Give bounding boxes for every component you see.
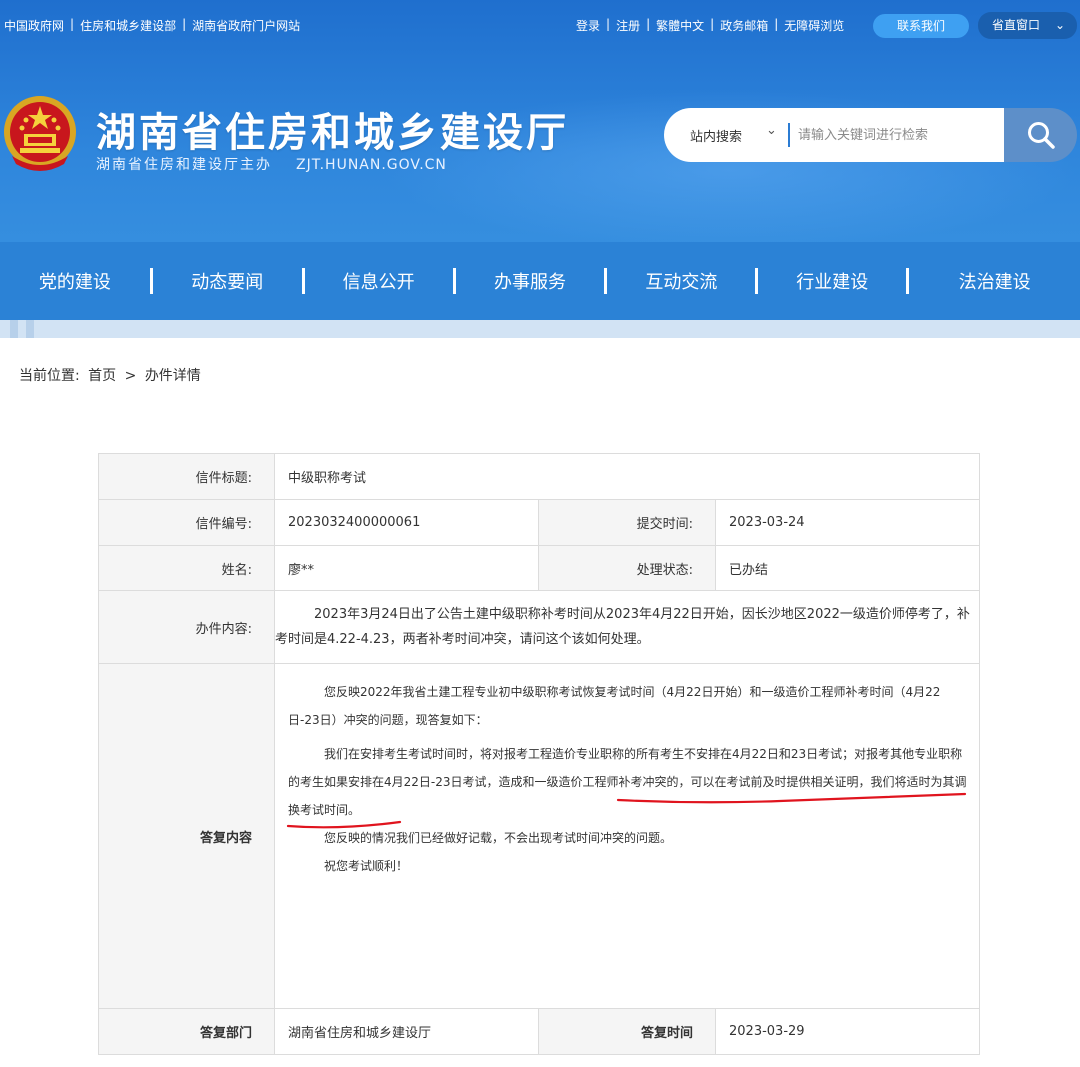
search-bar: 站内搜索 ⌄	[664, 108, 1077, 162]
separator: |	[710, 17, 715, 31]
main-nav: 党的建设 动态要闻 信息公开 办事服务 互动交流 行业建设 法治建设	[0, 242, 1080, 320]
top-left-links: 中国政府网 | 住房和城乡建设部 | 湖南省政府门户网站	[4, 17, 300, 34]
title-value: 中级职称考试	[274, 453, 980, 500]
top-bar: 中国政府网 | 住房和城乡建设部 | 湖南省政府门户网站 登录 | 注册 | 繁…	[0, 0, 1080, 52]
content-text: 2023年3月24日出了公告土建中级职称补考时间从2023年4月22日开始，因长…	[275, 594, 979, 660]
submit-time-value: 2023-03-24	[715, 499, 980, 546]
number-label: 信件编号:	[98, 499, 275, 546]
number-value: 2023032400000061	[274, 499, 539, 546]
accessibility-link[interactable]: 无障碍浏览	[784, 17, 844, 34]
submit-time-label: 提交时间:	[538, 499, 716, 546]
reply-time-label: 答复时间	[538, 1008, 716, 1055]
search-input[interactable]	[798, 122, 998, 148]
site-title[interactable]: 湖南省住房和城乡建设厅	[96, 100, 569, 158]
breadcrumb-home[interactable]: 首页	[88, 368, 116, 384]
nav-item-services[interactable]: 办事服务	[456, 268, 605, 294]
national-emblem-icon	[4, 96, 76, 171]
login-link[interactable]: 登录	[576, 17, 600, 34]
strip-block	[10, 320, 18, 338]
province-window-label: 省直窗口	[992, 18, 1041, 32]
reply-paragraph: 祝您考试顺利！	[324, 859, 409, 873]
reply-cell: 您反映2022年我省土建工程专业初中级职称考试恢复考试时间（4月22日开始）和一…	[274, 663, 980, 1009]
province-window-button[interactable]: 省直窗口 ⌄	[978, 12, 1077, 39]
nav-item-rule-of-law[interactable]: 法治建设	[909, 268, 1080, 294]
table-row: 答复内容 您反映2022年我省土建工程专业初中级职称考试恢复考试时间（4月22日…	[98, 663, 980, 1009]
nav-item-industry[interactable]: 行业建设	[758, 268, 906, 294]
search-button[interactable]	[1004, 108, 1077, 162]
separator: |	[606, 17, 611, 31]
reply-label: 答复内容	[98, 663, 275, 1009]
breadcrumb: 当前位置: 首页 > 办件详情	[19, 365, 205, 385]
site-subtitle: 湖南省住房和建设厅主办 ZJT.HUNAN.GOV.CN	[96, 154, 447, 174]
table-row: 信件标题: 中级职称考试	[98, 453, 980, 500]
status-label: 处理状态:	[538, 545, 716, 591]
nav-item-news[interactable]: 动态要闻	[153, 268, 302, 294]
hand-drawn-underline	[286, 792, 967, 829]
search-icon	[1028, 122, 1055, 149]
name-label: 姓名:	[98, 545, 275, 591]
gov-mail-link[interactable]: 政务邮箱	[720, 17, 768, 34]
reply-content: 您反映2022年我省土建工程专业初中级职称考试恢复考试时间（4月22日开始）和一…	[275, 664, 979, 880]
link-mohurd[interactable]: 住房和城乡建设部	[80, 17, 176, 34]
table-row: 答复部门 湖南省住房和城乡建设厅 答复时间 2023-03-29	[98, 1008, 980, 1055]
top-right-links: 登录 | 注册 | 繁體中文 | 政务邮箱 | 无障碍浏览	[576, 17, 844, 34]
content-value: 2023年3月24日出了公告土建中级职称补考时间从2023年4月22日开始，因长…	[275, 607, 970, 647]
main-nav-inner: 党的建设 动态要闻 信息公开 办事服务 互动交流 行业建设 法治建设	[0, 242, 1080, 320]
title-label: 信件标题:	[98, 453, 275, 500]
traditional-chinese-link[interactable]: 繁體中文	[656, 17, 704, 34]
search-scope-select[interactable]: 站内搜索	[690, 126, 742, 145]
breadcrumb-prefix: 当前位置:	[19, 368, 80, 384]
dept-label: 答复部门	[98, 1008, 275, 1055]
chevron-down-icon[interactable]: ⌄	[766, 123, 777, 138]
table-row: 办件内容: 2023年3月24日出了公告土建中级职称补考时间从2023年4月22…	[98, 590, 980, 664]
contact-us-button[interactable]: 联系我们	[873, 14, 969, 38]
strip-block	[26, 320, 34, 338]
nav-item-info-disclosure[interactable]: 信息公开	[305, 268, 453, 294]
site-host: 湖南省住房和建设厅主办	[96, 157, 272, 173]
content-label: 办件内容:	[98, 590, 275, 664]
table-row: 信件编号: 2023032400000061 提交时间: 2023-03-24	[98, 499, 980, 546]
header-banner: 中国政府网 | 住房和城乡建设部 | 湖南省政府门户网站 登录 | 注册 | 繁…	[0, 0, 1080, 338]
letter-detail-table: 信件标题: 中级职称考试 信件编号: 2023032400000061 提交时间…	[98, 453, 980, 1055]
separator: |	[646, 17, 651, 31]
link-hunan-gov[interactable]: 湖南省政府门户网站	[192, 17, 300, 34]
nav-bottom-strip	[0, 320, 1080, 338]
table-row: 姓名: 廖** 处理状态: 已办结	[98, 545, 980, 591]
breadcrumb-separator: >	[124, 368, 137, 384]
breadcrumb-current: 办件详情	[144, 368, 201, 384]
link-gov-cn[interactable]: 中国政府网	[4, 17, 64, 34]
status-value: 已办结	[715, 545, 980, 591]
separator: |	[182, 17, 187, 31]
reply-time-value: 2023-03-29	[715, 1008, 980, 1055]
dept-value: 湖南省住房和城乡建设厅	[274, 1008, 539, 1055]
nav-item-interaction[interactable]: 互动交流	[607, 268, 755, 294]
site-domain: ZJT.HUNAN.GOV.CN	[296, 157, 447, 173]
name-value: 廖**	[274, 545, 539, 591]
chevron-down-icon: ⌄	[1054, 18, 1065, 32]
reply-paragraph: 您反映2022年我省土建工程专业初中级职称考试恢复考试时间（4月22日开始）和一…	[288, 685, 941, 727]
register-link[interactable]: 注册	[616, 17, 640, 34]
search-divider	[788, 123, 790, 147]
nav-item-party-building[interactable]: 党的建设	[0, 268, 150, 294]
separator: |	[70, 17, 75, 31]
content-cell: 2023年3月24日出了公告土建中级职称补考时间从2023年4月22日开始，因长…	[274, 590, 980, 664]
separator: |	[774, 17, 779, 31]
